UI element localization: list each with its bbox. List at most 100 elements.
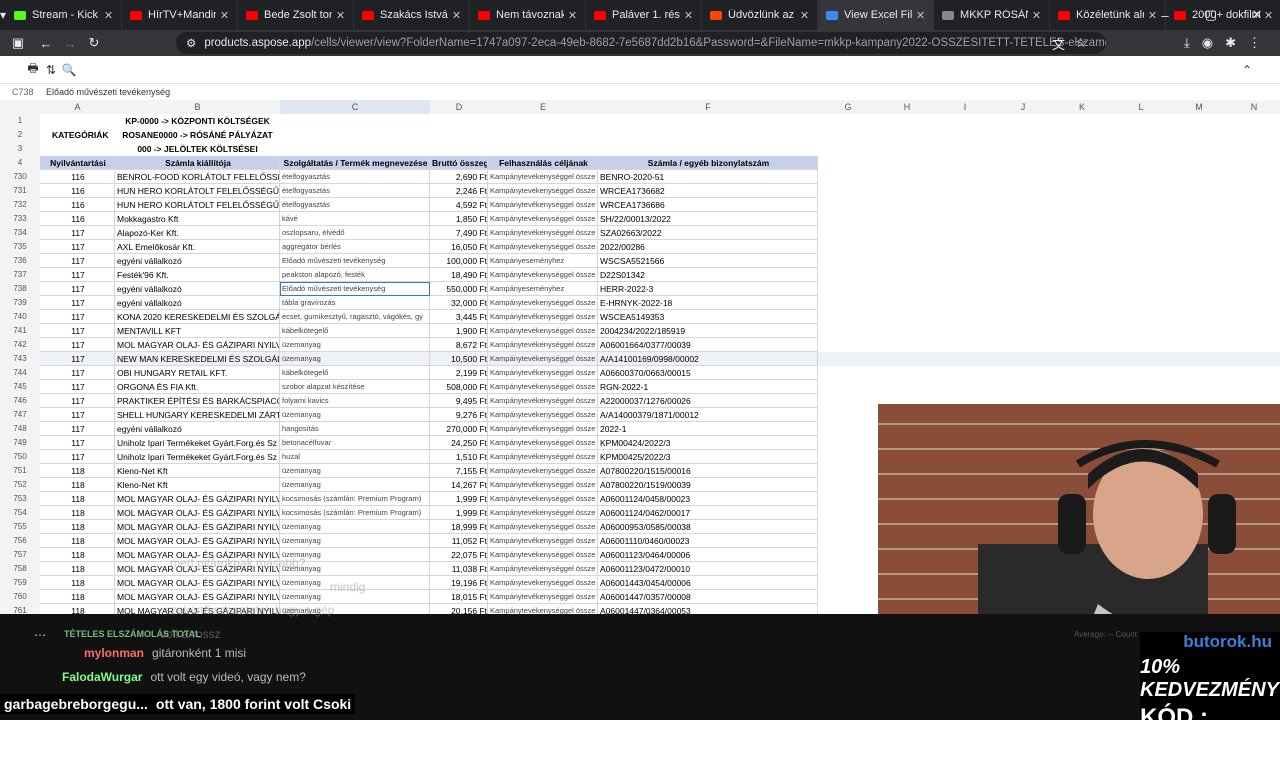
row-number[interactable]: 749 [0,436,40,450]
table-cell[interactable]: kocsimosás (számlán: Premium Program) [280,492,430,506]
table-cell[interactable]: 117 [40,380,115,394]
table-cell[interactable]: 32,000 Ft [430,296,488,310]
table-cell[interactable]: Kampánytevékenységgel össze [488,464,598,478]
chat-username[interactable]: mylonman [84,646,144,660]
forward-button[interactable]: → [58,36,82,51]
table-cell[interactable]: 118 [40,562,115,576]
row-number[interactable]: 735 [0,240,40,254]
extensions-icon[interactable]: ✱ [1225,35,1236,51]
row-number[interactable]: 738 [0,282,40,296]
tab-7[interactable]: View Excel Files ✕ [818,0,935,30]
table-cell[interactable]: ételfogyasztás [280,198,430,212]
table-cell[interactable]: WSCEA5149353 [598,310,818,324]
sidebar-icon[interactable]: ▣ [6,35,30,51]
tab-0[interactable]: Stream - Kick Da ✕ [6,0,123,30]
tab-1[interactable]: HírTV+Mandine ✕ [122,0,239,30]
sort-icon[interactable]: ⇅ [42,63,60,77]
table-cell[interactable]: 2022-1 [598,422,818,436]
table-cell[interactable]: 118 [40,548,115,562]
row-number[interactable]: 752 [0,478,40,492]
table-cell[interactable]: Kampánytevékenységgel össze [488,548,598,562]
table-cell[interactable]: 1,510 Ft [430,450,488,464]
table-cell[interactable]: Kampánytevékenységgel össze [488,394,598,408]
table-cell[interactable]: A06001123/0472/00010 [598,562,818,576]
table-cell[interactable]: aggregátor bérlés [280,240,430,254]
bookmark-star-icon[interactable]: ☆ [1075,35,1087,51]
row-number[interactable]: 741 [0,324,40,338]
table-cell[interactable]: 1,999 Ft [430,506,488,520]
row-number[interactable]: 742 [0,338,40,352]
table-cell[interactable]: Kampánytevékenységgel össze [488,590,598,604]
tab-close-icon[interactable]: ✕ [1032,9,1041,22]
row-number[interactable]: 760 [0,590,40,604]
table-cell[interactable]: KPM00424/2022/3 [598,436,818,450]
table-cell[interactable]: 117 [40,352,115,366]
table-cell[interactable]: 117 [40,296,115,310]
table-cell[interactable]: 118 [40,534,115,548]
table-cell[interactable]: egyéni vállalkozó [115,296,280,310]
row-number[interactable]: 751 [0,464,40,478]
table-cell[interactable]: folyami kavics [280,394,430,408]
table-cell[interactable]: Kampánytevékenységgel össze [488,534,598,548]
table-cell[interactable]: Uniholz Ipari Termékeket Gyárt.Forg.és S… [115,436,280,450]
table-cell[interactable]: 117 [40,310,115,324]
tab-close-icon[interactable]: ✕ [452,9,461,22]
table-cell[interactable]: 22,075 Ft [430,548,488,562]
table-cell[interactable]: üzemanyag [280,534,430,548]
table-cell[interactable]: 10,500 Ft [430,352,488,366]
table-cell[interactable]: kábelkötegelő [280,324,430,338]
row-number[interactable]: 736 [0,254,40,268]
table-cell[interactable]: 1,999 Ft [430,492,488,506]
table-cell[interactable]: 1,900 Ft [430,324,488,338]
table-cell[interactable]: 117 [40,450,115,464]
table-cell[interactable]: Kampánytevékenységgel össze [488,198,598,212]
tab-close-icon[interactable]: ✕ [104,9,113,22]
table-cell[interactable]: 508,000 Ft [430,380,488,394]
row-number[interactable]: 756 [0,534,40,548]
corner-cell[interactable] [0,100,40,114]
table-cell[interactable]: 2022/00286 [598,240,818,254]
table-cell[interactable]: Festék'96 Kft. [115,268,280,282]
table-cell[interactable]: Kampányeseményhez [488,254,598,268]
table-cell[interactable]: HUN HERO KORLÁTOLT FELELŐSSÉGŰ TÁR [115,198,280,212]
table-cell[interactable]: 1,850 Ft [430,212,488,226]
table-cell[interactable]: Kampánytevékenységgel össze [488,212,598,226]
table-cell[interactable]: peakston alapozó, festék [280,268,430,282]
column-header-h[interactable]: H [878,100,936,114]
row-number[interactable]: 759 [0,576,40,590]
table-cell[interactable]: tábla gravírozás [280,296,430,310]
table-cell[interactable]: 117 [40,226,115,240]
tab-6[interactable]: Üdvözlünk az /r/ ✕ [702,0,819,30]
table-cell[interactable]: MOL MAGYAR OLAJ- ÉS GÁZIPARI NYILVÁN [115,590,280,604]
table-cell[interactable]: ecset, gumikesztyű, ragasztó, vágókés, g… [280,310,430,324]
table-cell[interactable]: Kampánytevékenységgel össze [488,450,598,464]
table-cell[interactable]: Kleno-Net Kft [115,464,280,478]
table-cell[interactable]: 117 [40,422,115,436]
table-cell[interactable]: 118 [40,506,115,520]
table-header-cell[interactable]: Számla / egyéb bizonylatszám [598,156,818,170]
table-cell[interactable]: üzemanyag [280,478,430,492]
back-button[interactable]: ← [34,36,58,51]
tab-close-icon[interactable]: ✕ [916,9,925,22]
table-cell[interactable]: A22000037/1276/00026 [598,394,818,408]
row-number[interactable]: 754 [0,506,40,520]
url-field[interactable]: ⚙ products.aspose.app/cells/viewer/view?… [176,32,1106,54]
table-cell[interactable]: 118 [40,478,115,492]
table-cell[interactable]: Kampánytevékenységgel össze [488,436,598,450]
column-header-c[interactable]: C [280,100,430,114]
table-cell[interactable]: A06001124/0462/00017 [598,506,818,520]
table-cell[interactable]: 270,000 Ft [430,422,488,436]
tab-3[interactable]: Szakács István ál ✕ [354,0,471,30]
table-cell[interactable]: szobor alapzat készítése [280,380,430,394]
table-cell[interactable]: 8,672 Ft [430,338,488,352]
row-number[interactable]: 731 [0,184,40,198]
table-cell[interactable]: egyéni vállalkozó [115,254,280,268]
table-cell[interactable]: 117 [40,324,115,338]
table-cell[interactable]: 117 [40,394,115,408]
table-cell[interactable]: WSCSA5521566 [598,254,818,268]
table-cell[interactable]: Kampánytevékenységgel össze [488,352,598,366]
table-cell[interactable]: Kampánytevékenységgel össze [488,184,598,198]
table-cell[interactable]: Kampánytevékenységgel össze [488,408,598,422]
tab-close-icon[interactable]: ✕ [336,9,345,22]
formula-value[interactable]: Előadó művészeti tevékenység [40,87,170,97]
